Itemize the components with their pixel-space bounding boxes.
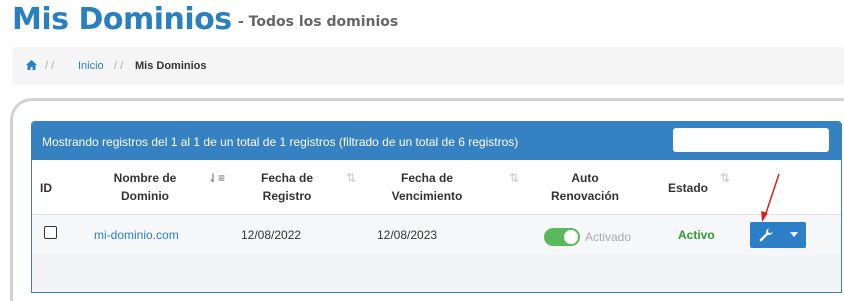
status-badge: Activo	[678, 228, 715, 242]
sort-ascending-icon[interactable]: ⇃≡	[208, 171, 225, 185]
chevron-down-icon[interactable]	[790, 232, 798, 237]
column-header-id-label: ID	[40, 181, 52, 195]
toggle-knob	[564, 230, 578, 244]
column-header-id[interactable]: ID	[40, 179, 52, 197]
column-header-auto-renewal[interactable]: Auto Renovación	[540, 169, 630, 205]
column-header-registration-label-1: Fecha de	[260, 171, 314, 185]
sort-icon[interactable]: ⇅	[720, 171, 730, 185]
registration-date: 12/08/2022	[241, 228, 302, 242]
column-header-domain-label-2: Dominio	[121, 189, 169, 203]
column-header-domain-label-1: Nombre de	[113, 171, 177, 185]
column-header-status[interactable]: Estado	[668, 179, 708, 197]
column-header-registration-date[interactable]: Fecha de Registro	[242, 169, 332, 205]
panel-header: Mostrando registros del 1 al 1 de un tot…	[32, 122, 841, 160]
home-icon[interactable]	[26, 60, 37, 73]
column-header-registration-label-2: Registro	[262, 189, 312, 203]
domains-panel: Mostrando registros del 1 al 1 de un tot…	[31, 121, 842, 293]
auto-renew-label: Activado	[585, 230, 632, 244]
column-header-expiration-date[interactable]: Fecha de Vencimiento	[377, 169, 477, 205]
column-header-auto-renewal-label-2: Renovación	[550, 189, 619, 203]
column-header-domain[interactable]: Nombre de Dominio	[100, 169, 190, 205]
column-header-auto-renewal-label-1: Auto	[571, 171, 599, 185]
column-header-expiration-label-2: Vencimiento	[391, 189, 463, 203]
expiration-date: 12/08/2023	[377, 228, 438, 242]
page-subtitle: - Todos los dominios	[238, 14, 399, 30]
column-header-expiration-label-1: Fecha de	[400, 171, 454, 185]
wrench-icon[interactable]	[758, 227, 774, 243]
breadcrumb-inicio-link[interactable]: Inicio	[78, 60, 104, 72]
row-checkbox[interactable]	[44, 226, 57, 239]
sort-icon[interactable]: ⇅	[346, 171, 356, 185]
sort-icon[interactable]: ⇅	[509, 171, 519, 185]
breadcrumb: / / Inicio / / Mis Dominios	[12, 47, 844, 85]
search-input[interactable]	[673, 128, 829, 152]
records-info: Mostrando registros del 1 al 1 de un tot…	[42, 135, 519, 149]
table-row: mi-dominio.com 12/08/2022 12/08/2023 Act…	[32, 215, 841, 255]
breadcrumb-separator: / /	[45, 60, 55, 72]
auto-renew-toggle[interactable]	[544, 228, 580, 246]
column-header-status-label: Estado	[668, 181, 709, 195]
breadcrumb-separator: / /	[114, 60, 124, 72]
table-header: ID Nombre de Dominio ⇃≡ Fecha de Registr…	[32, 160, 841, 215]
page-title: Mis Dominios	[12, 2, 232, 37]
breadcrumb-current: Mis Dominios	[135, 60, 207, 72]
domain-link[interactable]: mi-dominio.com	[94, 228, 179, 242]
domain-actions-button[interactable]	[750, 222, 806, 248]
